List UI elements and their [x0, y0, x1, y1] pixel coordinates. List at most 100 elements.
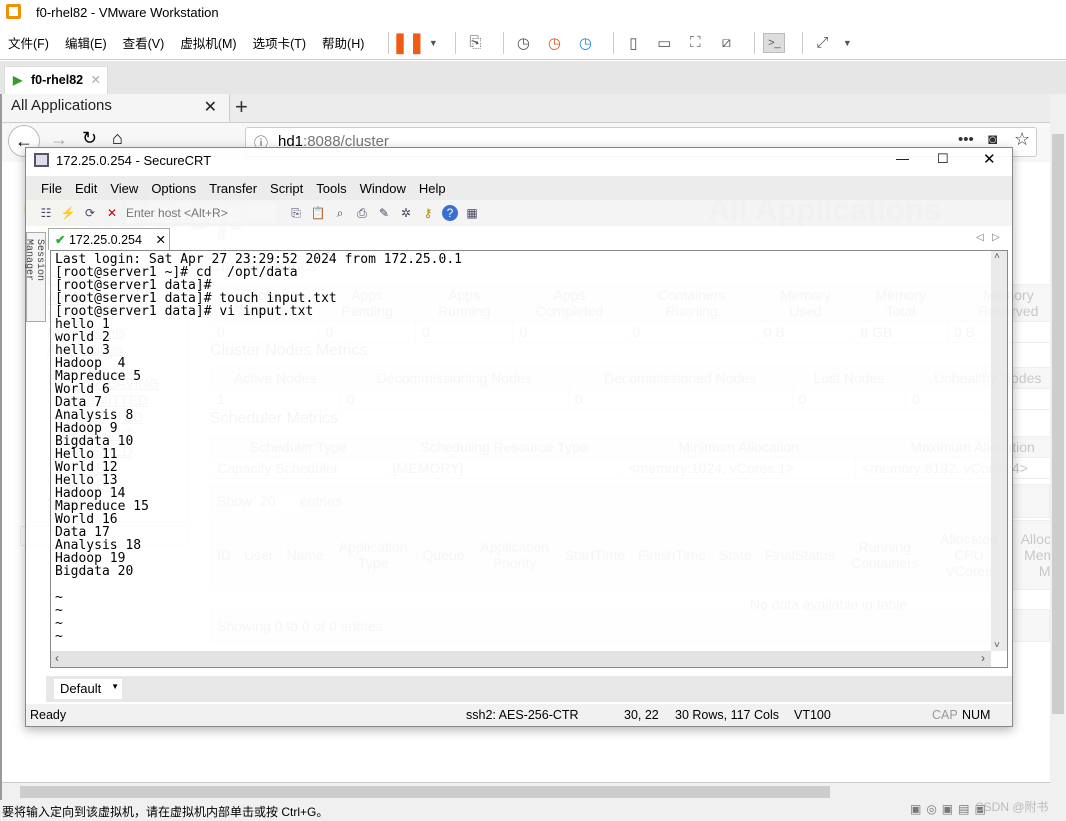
minimize-icon[interactable]: —: [896, 151, 909, 166]
close-icon[interactable]: ✕: [155, 233, 165, 247]
close-icon[interactable]: ✕: [204, 97, 217, 117]
paste-icon[interactable]: 📋: [310, 205, 326, 221]
host-input[interactable]: [126, 203, 276, 223]
page-vertical-scrollbar[interactable]: [1050, 94, 1066, 782]
reconnect-icon[interactable]: ⟳: [82, 205, 98, 221]
column-header[interactable]: FinishTime: [630, 520, 713, 590]
column-header[interactable]: StartTime: [557, 520, 632, 590]
home-icon[interactable]: ⌂: [112, 128, 123, 149]
sidebar-view-icon[interactable]: ▯: [622, 33, 644, 53]
column-header[interactable]: State: [711, 520, 759, 590]
global-options-icon[interactable]: ✲: [398, 205, 414, 221]
vm-display[interactable]: All Applications ✕ + ← → ↻ ⌂ ⓘ hd1:8088/c…: [0, 94, 1066, 800]
scrollbar-thumb[interactable]: [20, 786, 830, 798]
more-icon[interactable]: •••: [958, 131, 974, 148]
chevron-down-icon[interactable]: ▼: [842, 33, 852, 53]
disconnect-icon[interactable]: ✕: [104, 205, 120, 221]
console-icon[interactable]: >_: [763, 32, 786, 53]
copy-icon[interactable]: ⎘: [288, 205, 304, 221]
column-header[interactable]: Containers Running: [625, 284, 758, 322]
column-header[interactable]: Memory Total: [853, 284, 948, 322]
reload-icon[interactable]: ↻: [82, 128, 97, 149]
column-header[interactable]: Allocated Memory MB: [1008, 520, 1050, 590]
menu-file[interactable]: 文件(F): [8, 33, 49, 52]
help-icon[interactable]: ?: [442, 205, 458, 221]
column-header[interactable]: Active Nodes: [210, 367, 341, 389]
menu-script[interactable]: Script: [270, 181, 303, 196]
column-header[interactable]: Maximum Allocation: [855, 436, 1050, 458]
column-header[interactable]: FinalStatus: [757, 520, 842, 590]
session-tab[interactable]: ✔ 172.25.0.254 ✕: [48, 228, 170, 250]
stretch-icon[interactable]: ⤢: [811, 33, 833, 53]
column-header[interactable]: Name: [279, 520, 331, 590]
column-header[interactable]: Allocated CPU VCores: [928, 520, 1010, 590]
column-header[interactable]: Scheduler Type: [210, 436, 387, 458]
revert-snapshot-icon[interactable]: ◷: [543, 33, 565, 53]
sftp-icon[interactable]: ▦: [464, 205, 480, 221]
column-header[interactable]: Memory Reserved: [946, 284, 1050, 322]
find-icon[interactable]: ⌕: [332, 205, 348, 221]
menu-view[interactable]: 查看(V): [123, 33, 165, 52]
entries-select[interactable]: 20: [255, 493, 296, 509]
snapshot-manager-icon[interactable]: ◷: [574, 33, 596, 53]
menu-help[interactable]: 帮助(H): [322, 33, 364, 52]
chevron-down-icon[interactable]: ▼: [428, 33, 438, 53]
menu-options[interactable]: Options: [151, 181, 196, 196]
forward-icon[interactable]: →: [50, 129, 68, 150]
send-keys-icon[interactable]: ⎘: [464, 33, 486, 53]
session-manager-tab[interactable]: Session Manager: [23, 232, 46, 322]
table-cell: 0: [209, 321, 320, 343]
new-tab-icon[interactable]: +: [235, 94, 248, 120]
menu-tabs[interactable]: 选项卡(T): [253, 33, 306, 52]
tab-scroll-arrows-icon[interactable]: ◁ ▷: [976, 232, 1000, 243]
close-icon[interactable]: ✕: [91, 72, 101, 87]
menu-edit[interactable]: 编辑(E): [65, 33, 107, 52]
column-header[interactable]: Lost Nodes: [791, 367, 907, 389]
column-header[interactable]: Running Containers: [840, 520, 930, 590]
back-icon[interactable]: ←: [8, 125, 40, 157]
session-options-icon[interactable]: ✎: [376, 205, 392, 221]
menu-tools[interactable]: Tools: [316, 181, 346, 196]
pause-icon[interactable]: ❚❚: [392, 32, 426, 54]
pocket-icon[interactable]: ◙: [988, 131, 997, 148]
thumbnail-view-icon[interactable]: ▭: [653, 33, 675, 53]
snapshot-icon[interactable]: ◷: [512, 33, 534, 53]
close-icon[interactable]: ✕: [983, 150, 996, 168]
column-header[interactable]: Memory Used: [756, 284, 855, 322]
column-header[interactable]: Application Priority: [470, 520, 559, 590]
info-icon[interactable]: ⓘ: [254, 133, 268, 153]
column-header[interactable]: Apps Completed: [512, 284, 627, 322]
browser-tab[interactable]: All Applications ✕: [2, 94, 230, 122]
url-bar[interactable]: ⓘ hd1:8088/cluster ••• ◙ ☆: [245, 127, 1037, 157]
column-header[interactable]: Decommissioning Nodes: [339, 367, 569, 389]
menu-view[interactable]: View: [110, 181, 138, 196]
column-header[interactable]: Decommissioned Nodes: [567, 367, 793, 389]
menu-edit[interactable]: Edit: [75, 181, 97, 196]
column-header[interactable]: Unhealthy Nodes: [905, 367, 1050, 389]
unity-icon[interactable]: ⧄: [715, 33, 737, 53]
column-header[interactable]: Apps Running: [415, 284, 514, 322]
bookmark-star-icon[interactable]: ☆: [1014, 129, 1030, 150]
quick-connect-icon[interactable]: ⚡: [60, 205, 76, 221]
vm-tab[interactable]: ▶ f0-rhel82 ✕: [4, 66, 108, 94]
key-icon[interactable]: ⚷: [420, 205, 436, 221]
menu-vm[interactable]: 虚拟机(M): [180, 33, 236, 52]
column-header[interactable]: ID: [210, 520, 238, 590]
column-header[interactable]: Minimum Allocation: [621, 436, 857, 458]
column-header[interactable]: Application Type: [329, 520, 417, 590]
menu-transfer[interactable]: Transfer: [209, 181, 257, 196]
menu-file[interactable]: File: [41, 181, 62, 196]
column-header[interactable]: Scheduling Resource Type: [385, 436, 623, 458]
connect-icon[interactable]: ☷: [38, 205, 54, 221]
menu-window[interactable]: Window: [360, 181, 406, 196]
page-horizontal-scrollbar[interactable]: [2, 782, 1050, 800]
menu-help[interactable]: Help: [419, 181, 446, 196]
scrollbar-thumb[interactable]: [1052, 134, 1064, 714]
column-header[interactable]: User: [237, 520, 281, 590]
print-icon[interactable]: ⎙: [354, 205, 370, 221]
button-bar-select[interactable]: Default ▼: [54, 679, 122, 699]
maximize-icon[interactable]: ☐: [937, 151, 949, 167]
column-header[interactable]: Queue: [415, 520, 472, 590]
fullscreen-icon[interactable]: ⛶: [684, 33, 706, 53]
table-cell: 0 B: [946, 321, 1050, 343]
